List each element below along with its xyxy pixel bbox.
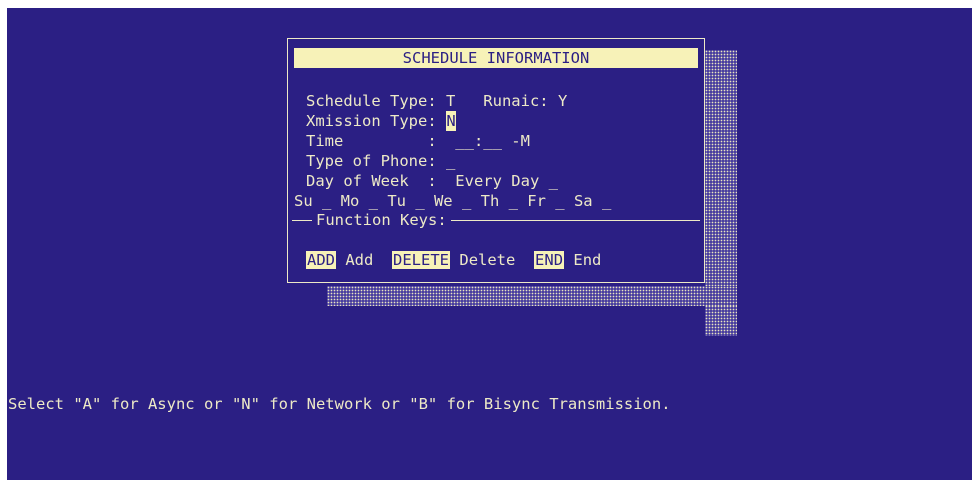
add-key-label: Add xyxy=(345,251,374,269)
end-key[interactable]: END xyxy=(534,251,565,269)
add-key[interactable]: ADD xyxy=(306,251,336,269)
end-key-label: End xyxy=(573,251,602,269)
dialog-title: SCHEDULE INFORMATION xyxy=(294,48,698,68)
dialog-shadow-bottom xyxy=(327,286,737,306)
weekday-selectors[interactable]: Su _ Mo _ Tu _ We _ Th _ Fr _ Sa _ xyxy=(294,191,611,211)
xmission-type-input[interactable]: N xyxy=(445,111,456,131)
time-field-line[interactable]: Time : __:__ -M xyxy=(306,131,530,151)
terminal-screen: SCHEDULE INFORMATION Schedule Type: T Ru… xyxy=(7,8,972,480)
function-keys-row: ADD Add DELETE Delete END End xyxy=(306,250,601,270)
day-of-week-line[interactable]: Day of Week : Every Day _ xyxy=(306,171,558,191)
schedule-information-dialog: SCHEDULE INFORMATION Schedule Type: T Ru… xyxy=(287,38,705,283)
delete-key[interactable]: DELETE xyxy=(392,251,451,269)
xmission-type-label: Xmission Type: xyxy=(306,112,446,130)
function-keys-label: Function Keys: xyxy=(312,210,451,230)
xmission-type-line: Xmission Type: N xyxy=(306,111,456,131)
schedule-type-line: Schedule Type: T Runaic: Y xyxy=(306,92,568,110)
type-of-phone-line[interactable]: Type of Phone: _ xyxy=(306,151,455,171)
delete-key-label: Delete xyxy=(459,251,516,269)
status-line: Select "A" for Async or "N" for Network … xyxy=(8,395,671,413)
